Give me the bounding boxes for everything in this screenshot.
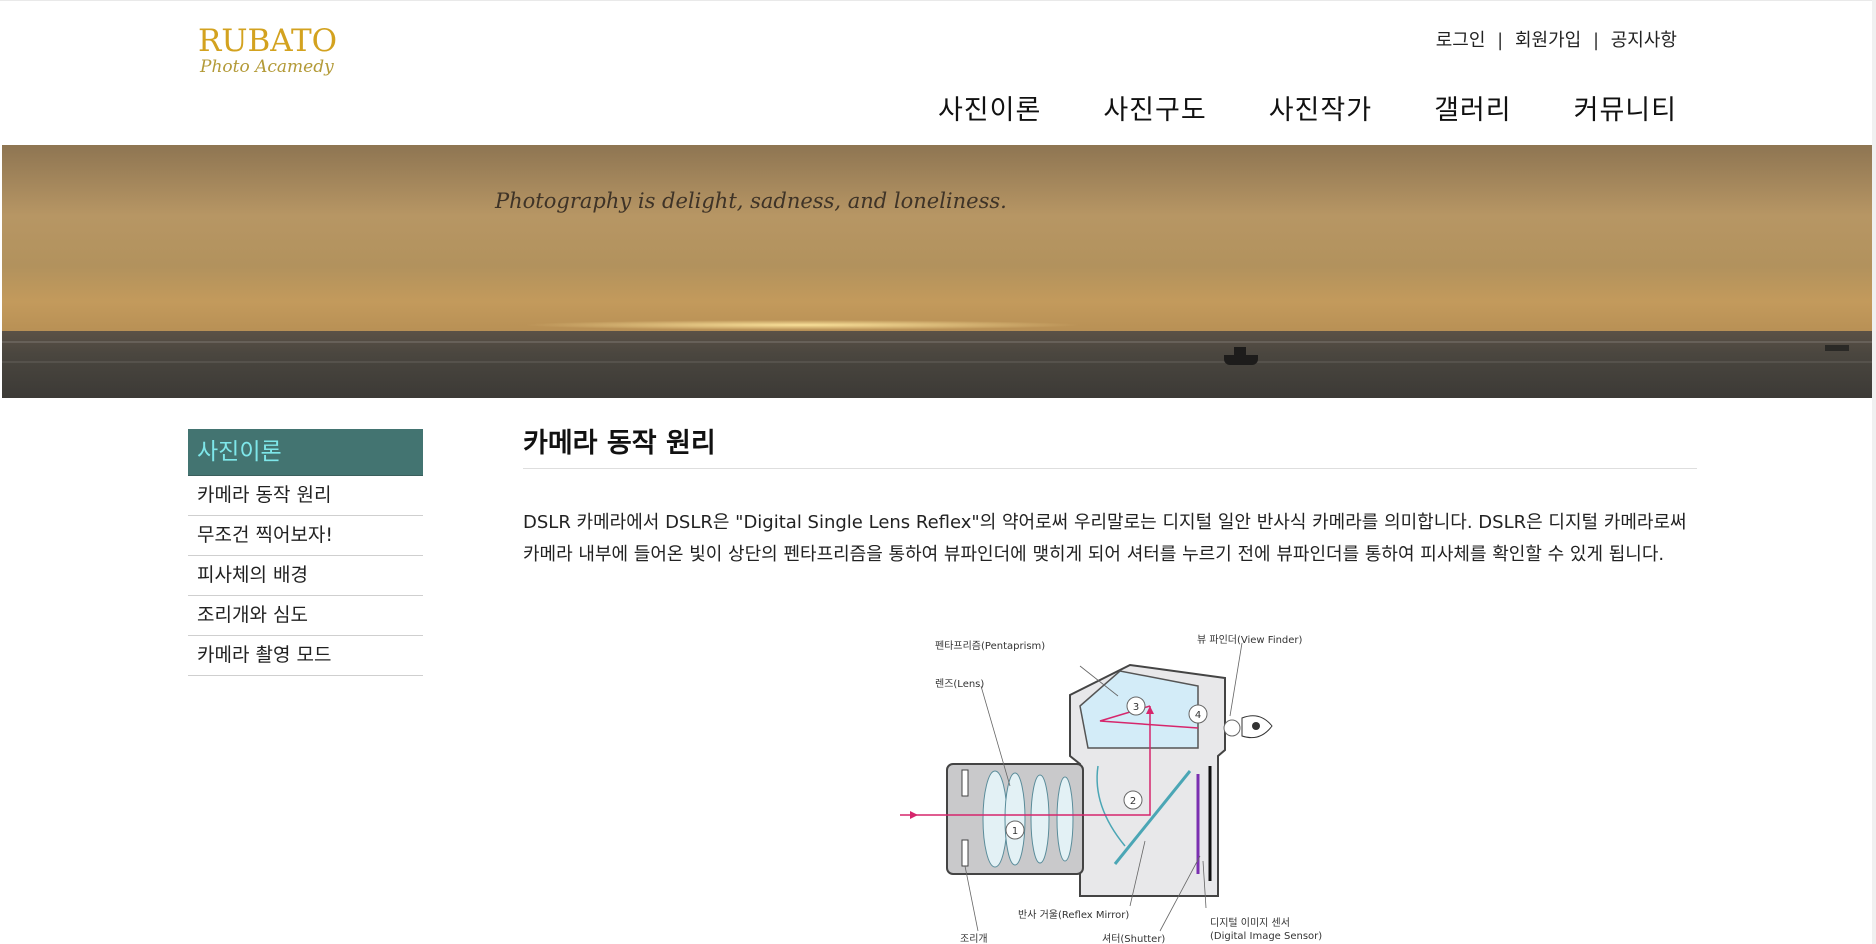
- banner-slogan: Photography is delight, sadness, and lon…: [495, 189, 1007, 213]
- aperture-blade: [961, 769, 969, 797]
- label-reflex-mirror: 반사 거울(Reflex Mirror): [1018, 909, 1129, 921]
- label-aperture: 조리개: [960, 933, 988, 944]
- scrollbar[interactable]: [1872, 0, 1876, 944]
- marker-3: 3: [1126, 696, 1146, 716]
- label-pentaprism: 펜타프리즘(Pentaprism): [935, 640, 1045, 652]
- separator: |: [1592, 30, 1600, 51]
- eye-pupil: [1252, 722, 1260, 730]
- top-border: [0, 0, 1876, 1]
- sidebar-item-just-shoot[interactable]: 무조건 찍어보자!: [188, 516, 423, 556]
- aperture-blade: [961, 839, 969, 867]
- leader-line: [964, 865, 979, 932]
- sidebar-title: 사진이론: [188, 429, 423, 476]
- nav-item-composition[interactable]: 사진구도: [1103, 88, 1206, 127]
- lens-element: [1004, 772, 1026, 866]
- login-link[interactable]: 로그인: [1436, 30, 1486, 51]
- boat: [1825, 345, 1849, 351]
- sun-reflection: [522, 320, 1082, 330]
- main-content: 카메라 동작 원리 DSLR 카메라에서 DSLR은 "Digital Sing…: [523, 422, 1697, 571]
- label-shutter: 셔터(Shutter): [1102, 933, 1165, 944]
- logo-brand: RUBATO: [198, 23, 338, 59]
- eyepiece: [1223, 719, 1241, 737]
- sidebar-item-shooting-mode[interactable]: 카메라 촬영 모드: [188, 636, 423, 676]
- page-title: 카메라 동작 원리: [523, 422, 1697, 469]
- label-sensor-en: (Digital Image Sensor): [1210, 931, 1322, 942]
- sea: [2, 331, 1872, 398]
- nav-item-photographers[interactable]: 사진작가: [1269, 88, 1372, 127]
- lens-element: [1030, 774, 1050, 864]
- boat: [1224, 347, 1258, 365]
- leader-line: [1229, 642, 1243, 717]
- sidebar-menu: 카메라 동작 원리 무조건 찍어보자! 피사체의 배경 조리개와 심도 카메라 …: [188, 476, 423, 676]
- logo[interactable]: RUBATO Photo Acamedy: [198, 24, 338, 84]
- separator: |: [1497, 30, 1504, 51]
- dslr-diagram: 1 2 3 4 펜타프리즘(Pentaprism) 뷰 파인더(View Fin…: [880, 626, 1340, 944]
- signup-link[interactable]: 회원가입: [1515, 30, 1581, 51]
- marker-4-label: 4: [1195, 710, 1201, 721]
- hero-banner: Photography is delight, sadness, and lon…: [2, 145, 1872, 398]
- main-nav: 사진이론 사진구도 사진작가 갤러리 커뮤니티: [938, 88, 1677, 127]
- label-viewfinder: 뷰 파인더(View Finder): [1197, 634, 1303, 646]
- lens-element: [982, 770, 1008, 868]
- logo-subtitle: Photo Acamedy: [200, 57, 334, 77]
- marker-2-label: 2: [1130, 796, 1136, 807]
- marker-4: 4: [1188, 704, 1208, 724]
- sidebar-item-background[interactable]: 피사체의 배경: [188, 556, 423, 596]
- sidebar: 사진이론 카메라 동작 원리 무조건 찍어보자! 피사체의 배경 조리개와 심도…: [188, 429, 423, 676]
- marker-2: 2: [1123, 790, 1143, 810]
- lens-element: [1056, 776, 1074, 862]
- marker-1: 1: [1005, 820, 1025, 840]
- sidebar-item-camera-principle[interactable]: 카메라 동작 원리: [188, 476, 423, 516]
- nav-item-theory[interactable]: 사진이론: [938, 88, 1041, 127]
- notice-link[interactable]: 공지사항: [1611, 30, 1677, 51]
- dslr-diagram-svg: 1 2 3 4 펜타프리즘(Pentaprism) 뷰 파인더(View Fin…: [900, 634, 1322, 944]
- label-sensor: 디지털 이미지 센서: [1210, 917, 1290, 929]
- nav-item-community[interactable]: 커뮤니티: [1574, 88, 1677, 127]
- sidebar-item-aperture-dof[interactable]: 조리개와 심도: [188, 596, 423, 636]
- marker-3-label: 3: [1133, 702, 1139, 713]
- page: RUBATO Photo Acamedy 로그인 | 회원가입 | 공지사항 사…: [0, 0, 1876, 944]
- label-lens: 렌즈(Lens): [935, 678, 984, 690]
- utility-links: 로그인 | 회원가입 | 공지사항: [1436, 26, 1677, 52]
- nav-item-gallery[interactable]: 갤러리: [1434, 88, 1512, 127]
- intro-paragraph: DSLR 카메라에서 DSLR은 "Digital Single Lens Re…: [523, 512, 1687, 565]
- marker-1-label: 1: [1012, 826, 1018, 837]
- ray-arrow: [910, 811, 918, 819]
